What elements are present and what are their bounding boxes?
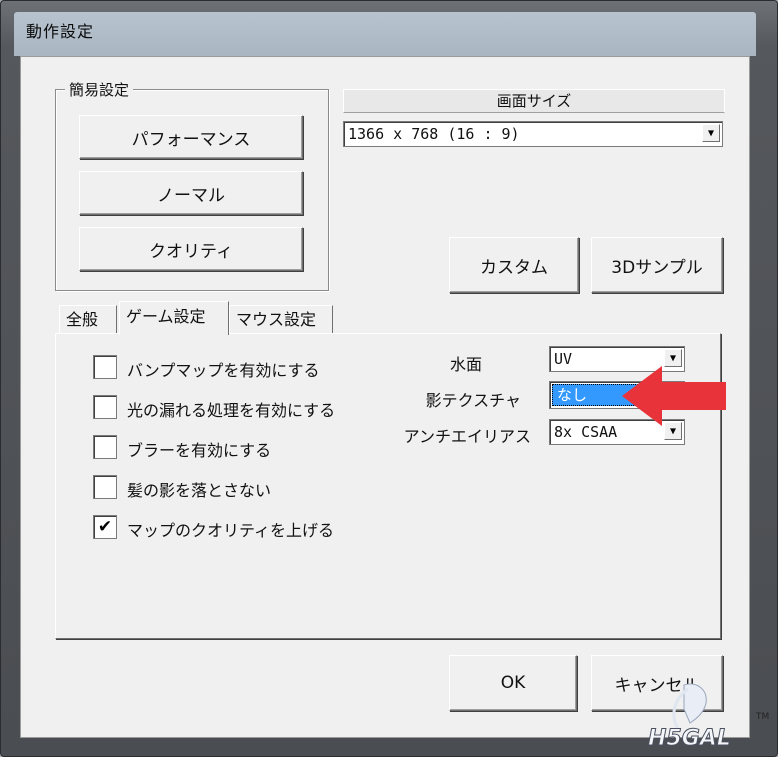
title-bar <box>14 12 756 56</box>
watermark-text: H5GAL <box>648 726 731 751</box>
bump-map-checkbox[interactable] <box>93 355 117 379</box>
watermark-tm: TM <box>755 712 769 722</box>
blur-checkbox[interactable] <box>93 435 117 459</box>
screen-size-value: 1366 x 768 (16 : 9) <box>348 125 520 143</box>
chevron-down-icon[interactable]: ▼ <box>664 349 682 367</box>
tab-game-settings[interactable]: ゲーム設定 <box>119 301 229 335</box>
light-leak-checkbox[interactable] <box>93 395 117 419</box>
tab-mouse-settings[interactable]: マウス設定 <box>229 305 333 333</box>
quality-button[interactable]: クオリティ <box>79 227 303 271</box>
chevron-down-icon[interactable]: ▼ <box>702 124 720 142</box>
ok-button[interactable]: OK <box>449 655 577 711</box>
easy-settings-legend: 簡易設定 <box>65 79 134 100</box>
red-pointer-arrow-icon <box>622 366 726 426</box>
screen-size-select[interactable]: 1366 x 768 (16 : 9) ▼ <box>343 121 723 147</box>
performance-button[interactable]: パフォーマンス <box>79 115 303 159</box>
map-quality-checkbox[interactable]: ✔ <box>93 515 117 539</box>
water-value: UV <box>554 350 573 368</box>
normal-button[interactable]: ノーマル <box>79 171 303 215</box>
window-title: 動作設定 <box>26 22 95 41</box>
watermark-logo: H5GAL TM <box>648 683 769 751</box>
hair-shadow-checkbox[interactable] <box>93 475 117 499</box>
tab-general[interactable]: 全般 <box>59 305 117 333</box>
map-quality-label: マップのクオリティを上げる <box>127 521 335 540</box>
antialias-label: アンチエイリアス <box>403 427 531 446</box>
bump-map-label: バンプマップを有効にする <box>127 361 320 380</box>
shadow-texture-label: 影テクスチャ <box>425 391 521 410</box>
hair-shadow-label: 髪の影を落とさない <box>127 481 272 500</box>
screen-size-label: 画面サイズ <box>343 89 725 113</box>
water-label: 水面 <box>449 355 482 374</box>
custom-button[interactable]: カスタム <box>449 237 579 293</box>
antialias-value: 8x CSAA <box>554 423 618 441</box>
light-leak-label: 光の漏れる処理を有効にする <box>127 401 336 420</box>
sample-3d-button[interactable]: 3Dサンプル <box>591 237 723 293</box>
blur-label: ブラーを有効にする <box>127 441 272 460</box>
